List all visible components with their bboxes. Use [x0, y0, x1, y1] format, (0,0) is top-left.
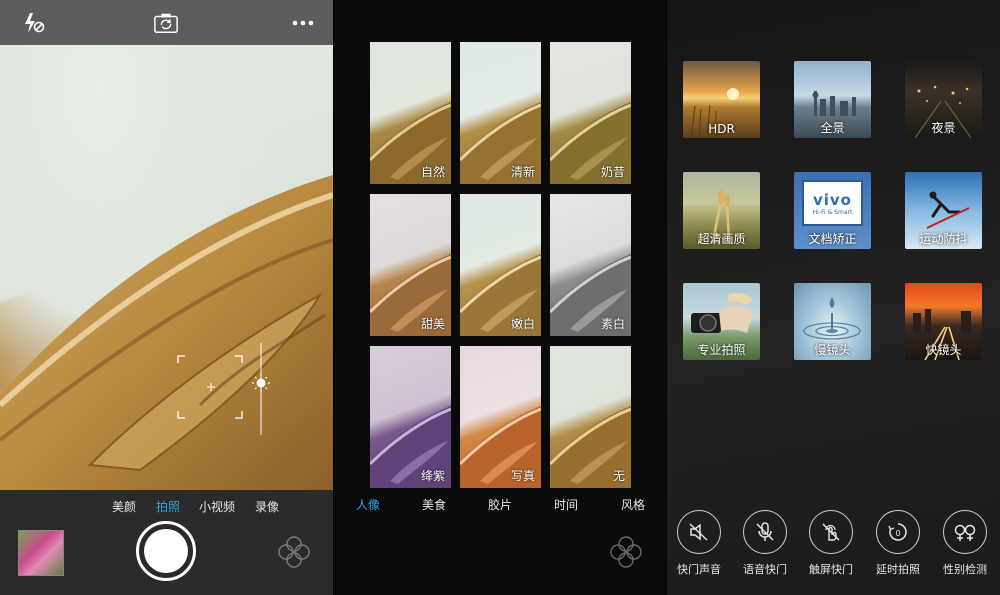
filter-label: 无 [612, 469, 625, 483]
shutter-button[interactable] [136, 521, 196, 581]
vivo-tagline: Hi-Fi & Smart [812, 209, 853, 216]
mode-label: 快镜头 [925, 343, 962, 357]
filter-panel: 自然 清新 奶昔 甜美 嫩白 素白 绛紫 写真 无 人像 美食 胶片 时间 风格 [334, 0, 666, 595]
mode-label: 夜景 [931, 121, 956, 135]
microphone-off-icon [756, 522, 774, 541]
mode-night[interactable]: 夜景 [905, 61, 982, 138]
vivo-logo: vivo [812, 191, 852, 209]
mode-ultra-hd[interactable]: 超清画质 [683, 172, 760, 249]
gender-detection-toggle[interactable] [943, 510, 987, 554]
filter-natural[interactable]: 自然 [370, 42, 451, 184]
voice-shutter-toggle[interactable] [743, 510, 787, 554]
mode-beauty[interactable]: 美颜 [112, 498, 136, 515]
filter-milkshake[interactable]: 奶昔 [550, 42, 631, 184]
filter-label: 自然 [420, 165, 445, 179]
toggle-label: 触屏快门 [809, 563, 853, 576]
filter-portrait[interactable]: 写真 [460, 346, 541, 488]
mode-label: 慢镜头 [814, 343, 851, 357]
touch-shutter-toggle[interactable] [809, 510, 853, 554]
shutter-sound-toggle[interactable] [677, 510, 721, 554]
filter-tender-white[interactable]: 嫩白 [460, 194, 541, 336]
focus-frame-icon [177, 355, 243, 419]
timer-icon: 0 [888, 523, 907, 541]
mode-slow-motion[interactable]: 慢镜头 [794, 283, 871, 360]
flash-off-icon[interactable] [20, 10, 46, 36]
mode-video[interactable]: 录像 [255, 498, 279, 515]
filter-purple[interactable]: 绛紫 [370, 346, 451, 488]
camera-panel: 美颜 拍照 小视频 录像 [0, 0, 333, 595]
mode-pro-photo[interactable]: 专业拍照 [683, 283, 760, 360]
toggle-label: 延时拍照 [876, 563, 920, 576]
svg-text:0: 0 [895, 529, 900, 538]
toggle-label: 语音快门 [743, 563, 787, 576]
filter-category-film[interactable]: 胶片 [488, 496, 512, 513]
mode-document-correction[interactable]: vivo Hi-Fi & Smart 文档矫正 [794, 172, 871, 249]
mode-short-video[interactable]: 小视频 [199, 498, 235, 515]
filter-fresh[interactable]: 清新 [460, 42, 541, 184]
mode-panorama[interactable]: 全景 [794, 61, 871, 138]
filter-category-portrait[interactable]: 人像 [356, 496, 380, 513]
touch-off-icon [822, 523, 840, 541]
mode-label: 文档矫正 [808, 232, 857, 246]
switch-camera-icon[interactable] [153, 10, 179, 36]
mode-label: 专业拍照 [697, 343, 746, 357]
toggle-label: 快门声音 [677, 563, 721, 576]
timer-toggle[interactable]: 0 [876, 510, 920, 554]
mode-label: 超清画质 [697, 232, 746, 246]
exposure-slider[interactable] [250, 343, 272, 435]
filter-plain-white[interactable]: 素白 [550, 194, 631, 336]
mode-label: HDR [708, 122, 735, 136]
document-card: vivo Hi-Fi & Smart [802, 180, 863, 226]
filter-label: 写真 [510, 469, 535, 483]
gallery-thumbnail[interactable] [18, 530, 64, 576]
filter-label: 奶昔 [600, 165, 625, 179]
camera-viewfinder[interactable] [0, 45, 333, 490]
mode-hdr[interactable]: HDR [683, 61, 760, 138]
filter-label: 甜美 [420, 317, 445, 331]
filter-category-time[interactable]: 时间 [554, 496, 578, 513]
filter-icon[interactable] [608, 534, 644, 570]
more-icon[interactable] [290, 10, 316, 36]
filter-sweet[interactable]: 甜美 [370, 194, 451, 336]
speaker-mute-icon [689, 523, 708, 541]
filter-label: 绛紫 [420, 469, 445, 483]
filter-label: 素白 [600, 317, 625, 331]
filter-label: 嫩白 [510, 317, 535, 331]
camera-top-bar [0, 0, 333, 45]
mode-photo[interactable]: 拍照 [156, 498, 180, 515]
filter-none[interactable]: 无 [550, 346, 631, 488]
filter-icon[interactable] [276, 534, 312, 570]
modes-panel: HDR 全景 夜景 超清画质 vivo Hi-Fi & Smart 文档矫正 运… [667, 0, 1000, 595]
mode-label: 运动防抖 [919, 232, 968, 246]
filter-category-food[interactable]: 美食 [422, 496, 446, 513]
filter-label: 清新 [510, 165, 535, 179]
gender-icon [954, 524, 976, 541]
filter-category-style[interactable]: 风格 [621, 496, 645, 513]
mode-label: 全景 [820, 121, 845, 135]
mode-fast-motion[interactable]: 快镜头 [905, 283, 982, 360]
shutter-inner [144, 529, 188, 573]
toggle-label: 性别检测 [943, 563, 987, 576]
camera-mode-bar: 美颜 拍照 小视频 录像 [0, 498, 333, 518]
mode-sport-stabilization[interactable]: 运动防抖 [905, 172, 982, 249]
